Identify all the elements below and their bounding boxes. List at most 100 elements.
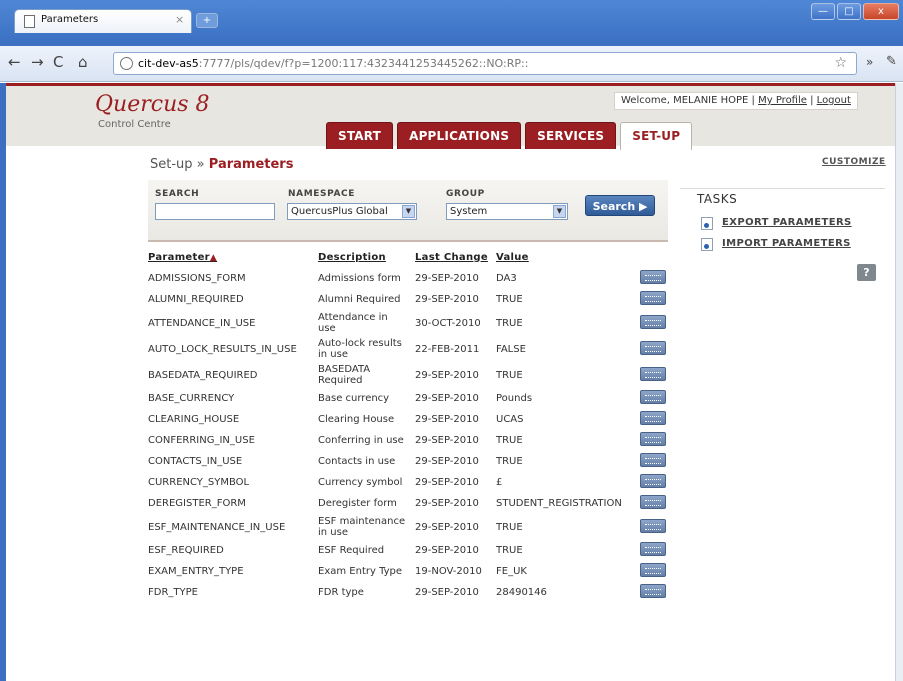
sort-ascending-icon[interactable]: ▲ — [210, 253, 217, 263]
import-parameters-link[interactable]: IMPORT PARAMETERS — [701, 238, 851, 251]
maximize-button[interactable]: □ — [837, 3, 861, 20]
parameter-cell: DEREGISTER_FORM — [148, 498, 246, 509]
page-icon — [24, 15, 35, 28]
column-header-description[interactable]: Description — [314, 246, 411, 268]
description-cell: Contacts in use — [318, 456, 396, 467]
edit-keyboard-icon[interactable] — [640, 366, 666, 381]
value-cell: TRUE — [496, 456, 523, 467]
tab-start[interactable]: START — [326, 122, 394, 149]
edit-keyboard-icon[interactable] — [640, 474, 666, 488]
address-bar[interactable]: cit-dev-as5:7777/pls/qdev/f?p=1200:117:4… — [113, 52, 857, 75]
edit-cell — [636, 561, 676, 582]
main-nav: START APPLICATIONS SERVICES SET-UP — [326, 122, 693, 150]
parameter-cell: FDR_TYPE — [148, 587, 198, 598]
namespace-label: NAMESPACE — [288, 189, 355, 199]
last-change-cell: 29-SEP-2010 — [415, 369, 479, 381]
parameter-cell: ADMISSIONS_FORM — [148, 273, 246, 284]
value-cell: UCAS — [496, 414, 524, 425]
edit-keyboard-icon[interactable] — [640, 518, 666, 533]
edit-keyboard-icon[interactable] — [640, 291, 666, 305]
tab-set-up[interactable]: SET-UP — [620, 122, 693, 150]
edit-keyboard-icon[interactable] — [640, 411, 666, 425]
edit-cell — [636, 268, 676, 289]
reload-icon[interactable]: C — [53, 53, 63, 71]
chevron-down-icon[interactable]: ▼ — [553, 205, 566, 218]
parameter-cell: AUTO_LOCK_RESULTS_IN_USE — [148, 343, 297, 355]
last-change-cell: 29-SEP-2010 — [415, 545, 479, 556]
vertical-scrollbar[interactable] — [895, 83, 903, 681]
customize-link[interactable]: CUSTOMIZE — [822, 157, 886, 167]
edit-keyboard-icon[interactable] — [640, 542, 666, 556]
column-header-parameter[interactable]: Parameter▲ — [144, 246, 314, 268]
last-change-cell: 29-SEP-2010 — [415, 273, 479, 284]
edit-keyboard-icon[interactable] — [640, 495, 666, 509]
close-window-button[interactable]: x — [863, 3, 899, 20]
tab-applications[interactable]: APPLICATIONS — [397, 122, 522, 149]
welcome-text: Welcome, MELANIE HOPE | — [621, 95, 755, 106]
my-profile-link[interactable]: My Profile — [758, 95, 807, 106]
last-change-cell: 29-SEP-2010 — [415, 521, 479, 533]
back-icon[interactable]: ← — [8, 53, 21, 71]
description-cell: Clearing House — [318, 414, 395, 425]
search-button[interactable]: Search ▶ — [585, 195, 655, 216]
edit-keyboard-icon[interactable] — [640, 563, 666, 577]
parameter-cell: ESF_REQUIRED — [148, 545, 224, 556]
edit-keyboard-icon[interactable] — [640, 270, 666, 284]
group-label: GROUP — [446, 189, 485, 199]
namespace-select[interactable]: QuercusPlus Global ▼ — [287, 203, 417, 220]
app-header: Quercus 8 Control Centre Welcome, MELANI… — [6, 83, 895, 150]
browser-tab[interactable]: Parameters × — [14, 9, 192, 33]
home-icon[interactable]: ⌂ — [78, 53, 88, 71]
breadcrumb-parent[interactable]: Set-up — [150, 157, 193, 172]
table-row: FDR_TYPE FDR type 29-SEP-2010 28490146 — [144, 582, 676, 603]
forward-icon[interactable]: → — [31, 53, 44, 71]
value-cell: TRUE — [496, 294, 523, 305]
description-cell: Currency symbol — [318, 477, 403, 488]
edit-keyboard-icon[interactable] — [640, 584, 666, 598]
last-change-cell: 22-FEB-2011 — [415, 343, 480, 355]
value-cell: DA3 — [496, 273, 517, 284]
bookmark-star-icon[interactable]: ☆ — [834, 55, 847, 71]
parameter-cell: EXAM_ENTRY_TYPE — [148, 566, 244, 577]
table-row: BASE_CURRENCY Base currency 29-SEP-2010 Pou… — [144, 388, 676, 409]
parameter-cell: CLEARING_HOUSE — [148, 414, 240, 425]
group-select[interactable]: System ▼ — [446, 203, 568, 220]
last-change-cell: 29-SEP-2010 — [415, 477, 479, 488]
last-change-cell: 29-SEP-2010 — [415, 498, 479, 509]
search-input[interactable] — [155, 203, 275, 220]
tab-services[interactable]: SERVICES — [525, 122, 617, 149]
value-cell: TRUE — [496, 545, 523, 556]
wrench-icon[interactable]: ✎ — [886, 54, 897, 69]
help-button[interactable]: ? — [857, 264, 876, 281]
table-row: CONTACTS_IN_USE Contacts in use 29-SEP-201… — [144, 451, 676, 472]
more-chevron-icon[interactable]: » — [866, 55, 873, 69]
table-row: AUTO_LOCK_RESULTS_IN_USE Auto-lock result… — [144, 336, 676, 362]
logo[interactable]: Quercus 8 — [95, 92, 210, 117]
edit-keyboard-icon[interactable] — [640, 314, 666, 329]
value-cell: £ — [496, 477, 503, 488]
edit-cell — [636, 582, 676, 603]
column-header-last-change[interactable]: Last Change — [411, 246, 492, 268]
description-cell: FDR type — [318, 587, 364, 598]
edit-keyboard-icon[interactable] — [640, 453, 666, 467]
table-row: ALUMNI_REQUIRED Alumni Required 29-SEP-201… — [144, 289, 676, 310]
chevron-down-icon[interactable]: ▼ — [402, 205, 415, 218]
tasks-divider — [680, 188, 885, 189]
edit-keyboard-icon[interactable] — [640, 432, 666, 446]
description-cell: ESF maintenance in use — [318, 516, 406, 538]
page-title: Parameters — [208, 157, 294, 172]
minimize-button[interactable]: — — [811, 3, 835, 20]
new-tab-button[interactable]: + — [196, 13, 218, 28]
description-cell: Attendance in use — [318, 312, 388, 334]
edit-keyboard-icon[interactable] — [640, 340, 666, 355]
tasks-title: TASKS — [697, 192, 738, 206]
description-cell: Exam Entry Type — [318, 566, 403, 577]
edit-keyboard-icon[interactable] — [640, 390, 666, 404]
close-tab-icon[interactable]: × — [175, 13, 184, 26]
edit-cell — [636, 310, 676, 336]
export-parameters-link[interactable]: EXPORT PARAMETERS — [701, 217, 852, 230]
logout-link[interactable]: Logout — [817, 95, 851, 106]
column-header-value[interactable]: Value — [492, 246, 636, 268]
url-text: cit-dev-as5:7777/pls/qdev/f?p=1200:117:4… — [138, 57, 529, 70]
column-header-edit — [636, 246, 676, 268]
